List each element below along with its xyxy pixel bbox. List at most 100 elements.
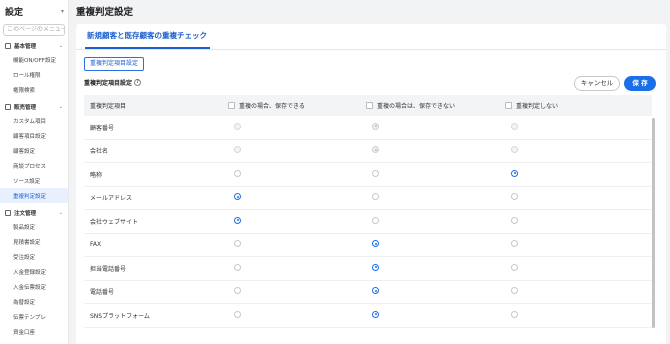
radio-cell <box>505 287 652 296</box>
sidebar-item[interactable]: 入金伝票設定 <box>0 279 68 294</box>
sidebar-item[interactable]: 製品設定 <box>0 219 68 234</box>
sidebar-item[interactable]: カスタム項目 <box>0 113 68 128</box>
radio-save-blocked[interactable] <box>372 216 379 224</box>
radio-cell <box>366 287 505 296</box>
radio-save-blocked[interactable] <box>372 287 379 295</box>
sidebar-item[interactable]: 重複判定設定 <box>0 188 68 203</box>
sidebar-item[interactable]: 資金口座 <box>0 324 68 339</box>
sidebar-header: 設定 ▾ <box>0 0 68 22</box>
radio-no-check[interactable] <box>511 287 518 295</box>
radio-cell <box>366 122 505 132</box>
save-button[interactable]: 保 存 <box>624 76 656 91</box>
sidebar-item[interactable]: ソース設定 <box>0 173 68 188</box>
radio-save-allowed[interactable] <box>234 193 241 201</box>
radio-save-allowed[interactable] <box>234 310 241 318</box>
chevron-down-icon: ⌄ <box>58 43 63 49</box>
radio-cell <box>228 122 366 132</box>
select-all-no-check-checkbox[interactable] <box>505 102 512 109</box>
table-row: メールアドレス <box>84 187 652 210</box>
sidebar-item[interactable]: 見積書設定 <box>0 234 68 249</box>
section-label: 重複判定項目設定 ? <box>84 78 142 87</box>
sidebar-item[interactable]: 顧客設定 <box>0 143 68 158</box>
row-label: 会社名 <box>90 148 109 156</box>
row-label: FAX <box>90 241 102 249</box>
select-all-save-blocked-checkbox[interactable] <box>366 102 373 109</box>
tab-duplicate-check[interactable]: 新規顧客と既存顧客の重複チェック <box>85 30 210 49</box>
sidebar-item[interactable]: ロール権限 <box>0 67 68 82</box>
column-header-label: 重複判定しない <box>516 103 559 110</box>
row-label: SNSプラットフォーム <box>90 312 150 320</box>
section-label-text: 重複判定項目設定 <box>84 80 133 87</box>
select-all-save-allowed-checkbox[interactable] <box>228 102 235 109</box>
radio-cell <box>505 146 652 155</box>
radio-cell <box>366 310 505 320</box>
scrollbar[interactable] <box>652 118 655 328</box>
radio-save-blocked[interactable] <box>372 169 379 177</box>
page-title: 重複判定設定 <box>76 7 134 18</box>
radio-save-allowed[interactable] <box>234 287 241 295</box>
radio-cell <box>228 240 366 249</box>
sidebar-item[interactable]: 為替設定 <box>0 294 68 309</box>
content-card: 新規顧客と既存顧客の重複チェック 重複判定項目設定 重複判定項目設定 ? キャン… <box>76 24 666 344</box>
sidebar-item[interactable]: 商談プロセス <box>0 158 68 173</box>
radio-cell <box>505 263 652 273</box>
radio-cell <box>505 310 652 320</box>
column-header-label: 重複の場合は、保存できない <box>377 103 456 110</box>
duplicate-rules-table: 重複判定項目 重複の場合、保存できる 重複の場合は、保存できない 重複判定しない… <box>84 95 652 328</box>
table-row: 担当電話番号 <box>84 257 652 281</box>
table-header: 重複判定項目 重複の場合、保存できる 重複の場合は、保存できない 重複判定しない <box>84 95 652 116</box>
radio-no-check[interactable] <box>511 240 518 248</box>
radio-no-check[interactable] <box>511 216 518 224</box>
radio-no-check[interactable] <box>511 263 518 271</box>
radio-save-allowed <box>234 146 241 154</box>
radio-save-allowed[interactable] <box>234 240 241 248</box>
radio-no-check[interactable] <box>511 169 518 177</box>
radio-save-allowed <box>234 122 241 130</box>
column-header-save-blocked: 重複の場合は、保存できない <box>366 101 505 110</box>
table-row: 会社ウェブサイト <box>84 210 652 234</box>
radio-save-blocked[interactable] <box>372 240 379 248</box>
radio-save-blocked[interactable] <box>372 263 379 271</box>
sidebar-group: 注文管理 ⌄ 製品設定 見積書設定 受注設定 入金登録設定 入金伝票設定 為替設定 伝票テンプレ… <box>0 207 68 339</box>
radio-cell <box>505 193 652 202</box>
row-label: 略称 <box>90 171 103 179</box>
radio-no-check[interactable] <box>511 193 518 201</box>
collapse-icon[interactable]: ▾ <box>61 8 64 15</box>
row-label: 会社ウェブサイト <box>90 218 139 226</box>
radio-cell <box>505 169 652 179</box>
table-row: 略称 <box>84 163 652 187</box>
radio-cell <box>366 193 505 202</box>
sidebar-item[interactable]: 伝票テンプレ <box>0 309 68 324</box>
radio-cell <box>228 146 366 155</box>
sidebar-group-header[interactable]: 注文管理 ⌄ <box>0 207 68 219</box>
radio-no-check[interactable] <box>511 310 518 318</box>
table-row: SNSプラットフォーム <box>84 304 652 328</box>
radio-cell <box>366 263 505 273</box>
radio-save-blocked <box>372 146 379 154</box>
menu-search-input[interactable]: このページのメニュー <box>3 24 65 36</box>
sidebar-item[interactable]: 顧客項目設定 <box>0 128 68 143</box>
sidebar-group-header[interactable]: 販売管理 ⌄ <box>0 101 68 113</box>
sidebar-item[interactable]: 受注設定 <box>0 249 68 264</box>
help-icon[interactable]: ? <box>134 79 142 86</box>
radio-save-allowed[interactable] <box>234 263 241 271</box>
group-icon <box>5 43 11 49</box>
sidebar-group-header[interactable]: 基本管理 ⌄ <box>0 40 68 52</box>
sidebar-item[interactable]: 権限検索 <box>0 82 68 97</box>
sidebar-group-label: 販売管理 <box>14 105 37 111</box>
radio-no-check <box>511 122 518 130</box>
cancel-button[interactable]: キャンセル <box>574 76 620 91</box>
radio-save-allowed[interactable] <box>234 216 241 224</box>
radio-cell <box>366 240 505 249</box>
radio-save-allowed[interactable] <box>234 169 241 177</box>
row-label: 顧客番号 <box>90 124 115 132</box>
sidebar-item[interactable]: 機能ON/OFF設定 <box>0 52 68 67</box>
radio-cell <box>505 122 652 132</box>
group-icon <box>5 104 11 110</box>
duplicate-item-settings-button[interactable]: 重複判定項目設定 <box>84 57 145 71</box>
sidebar-item[interactable]: 入金登録設定 <box>0 264 68 279</box>
radio-cell <box>366 216 505 226</box>
radio-cell <box>366 146 505 155</box>
radio-save-blocked[interactable] <box>372 310 379 318</box>
radio-save-blocked[interactable] <box>372 193 379 201</box>
